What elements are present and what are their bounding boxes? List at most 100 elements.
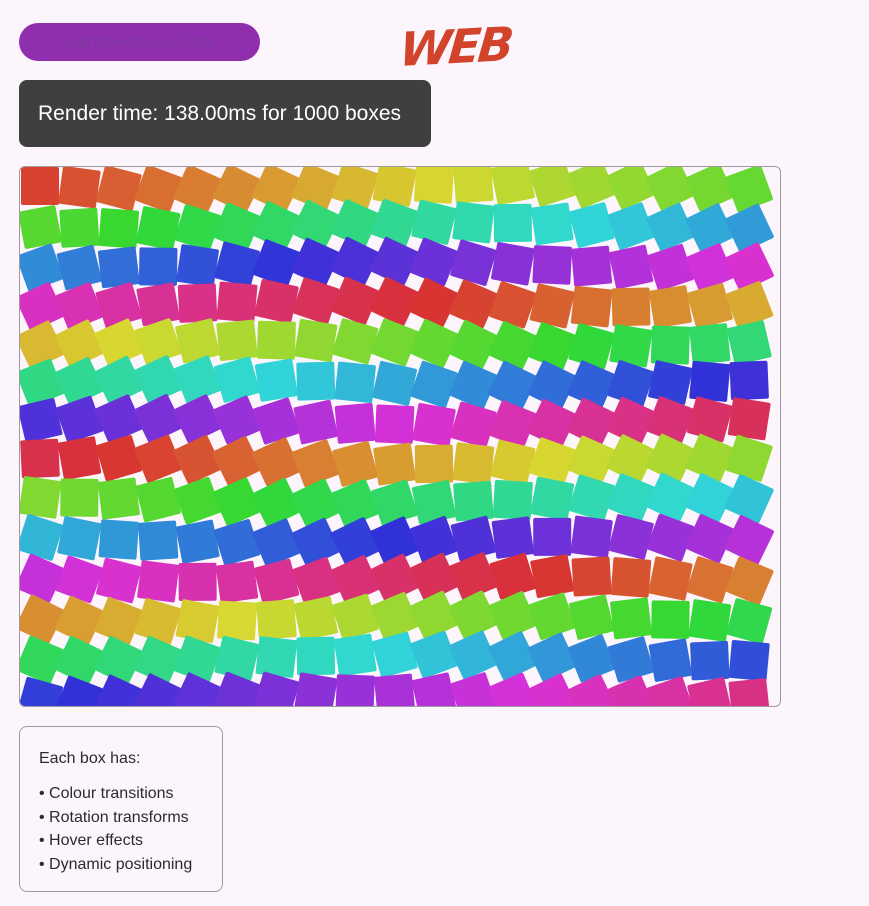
grid-box[interactable]	[55, 555, 104, 604]
grid-box[interactable]	[371, 631, 418, 678]
grid-box[interactable]	[648, 360, 693, 405]
grid-box[interactable]	[293, 596, 338, 641]
grid-box[interactable]	[570, 515, 613, 558]
grid-box[interactable]	[488, 400, 537, 449]
grid-box[interactable]	[448, 319, 499, 370]
grid-box[interactable]	[374, 673, 416, 707]
grid-box[interactable]	[372, 360, 418, 407]
grid-box[interactable]	[646, 513, 695, 562]
grid-box[interactable]	[571, 556, 612, 597]
grid-box[interactable]	[645, 433, 696, 484]
grid-box[interactable]	[606, 434, 657, 485]
grid-box[interactable]	[686, 283, 733, 330]
grid-box[interactable]	[684, 203, 735, 254]
grid-box[interactable]	[488, 590, 538, 640]
grid-box[interactable]	[214, 635, 260, 681]
grid-box[interactable]	[409, 277, 460, 328]
grid-box[interactable]	[728, 678, 770, 707]
grid-box[interactable]	[334, 402, 376, 444]
grid-box[interactable]	[568, 202, 615, 249]
grid-box[interactable]	[335, 674, 375, 707]
grid-box[interactable]	[212, 435, 263, 486]
grid-box[interactable]	[492, 479, 533, 520]
grid-box[interactable]	[58, 167, 101, 209]
grid-box[interactable]	[528, 592, 577, 641]
grid-box[interactable]	[57, 516, 102, 561]
grid-box[interactable]	[651, 600, 690, 639]
grid-box[interactable]	[493, 203, 533, 243]
grid-box[interactable]	[571, 245, 613, 287]
grid-box[interactable]	[333, 633, 377, 677]
grid-box[interactable]	[370, 591, 420, 641]
grid-box[interactable]	[568, 323, 615, 370]
grid-box[interactable]	[489, 552, 537, 600]
grid-box[interactable]	[687, 677, 733, 707]
grid-box[interactable]	[134, 318, 182, 366]
grid-box[interactable]	[609, 324, 653, 368]
grid-box[interactable]	[414, 444, 454, 484]
grid-box[interactable]	[533, 517, 572, 556]
grid-box[interactable]	[138, 247, 178, 286]
grid-box[interactable]	[334, 361, 376, 403]
grid-box[interactable]	[133, 434, 183, 483]
grid-box[interactable]	[59, 207, 100, 248]
grid-box[interactable]	[136, 206, 181, 251]
grid-box[interactable]	[530, 554, 575, 599]
grid-box[interactable]	[293, 399, 339, 445]
grid-box[interactable]	[213, 356, 261, 403]
grid-box[interactable]	[570, 285, 613, 328]
grid-box[interactable]	[489, 281, 537, 329]
grid-box[interactable]	[96, 557, 142, 604]
grid-box[interactable]	[646, 243, 694, 292]
grid-box[interactable]	[729, 360, 769, 401]
grid-box[interactable]	[487, 360, 538, 411]
grid-box[interactable]	[374, 404, 415, 444]
grid-box[interactable]	[412, 402, 456, 447]
grid-box[interactable]	[212, 477, 262, 527]
grid-box[interactable]	[332, 440, 379, 487]
grid-box[interactable]	[530, 476, 575, 522]
grid-box[interactable]	[55, 395, 104, 444]
grid-box[interactable]	[448, 630, 498, 680]
grid-box[interactable]	[452, 442, 495, 485]
grid-box[interactable]	[178, 562, 217, 601]
grid-box[interactable]	[176, 244, 219, 287]
grid-box[interactable]	[411, 672, 457, 707]
grid-box[interactable]	[685, 433, 735, 483]
grid-box[interactable]	[254, 279, 299, 324]
grid-box[interactable]	[369, 236, 420, 287]
grid-box[interactable]	[255, 636, 298, 678]
grid-box[interactable]	[727, 397, 771, 441]
grid-box[interactable]	[490, 167, 535, 206]
grid-box[interactable]	[291, 439, 340, 488]
grid-box[interactable]	[645, 202, 695, 252]
grid-box[interactable]	[490, 439, 536, 485]
grid-box[interactable]	[689, 323, 731, 365]
grid-box[interactable]	[291, 556, 340, 605]
grid-box[interactable]	[413, 167, 455, 204]
grid-box[interactable]	[20, 243, 64, 292]
grid-box[interactable]	[135, 476, 181, 523]
grid-box[interactable]	[409, 318, 459, 369]
grid-box[interactable]	[448, 590, 499, 641]
grid-box[interactable]	[608, 244, 654, 290]
grid-box[interactable]	[137, 560, 180, 603]
grid-box[interactable]	[96, 167, 142, 211]
grid-box[interactable]	[448, 360, 498, 410]
grid-box[interactable]	[20, 438, 60, 479]
grid-box[interactable]	[452, 201, 495, 244]
grid-box[interactable]	[410, 360, 458, 409]
grid-box[interactable]	[450, 401, 497, 448]
grid-box[interactable]	[57, 436, 102, 480]
grid-box[interactable]	[453, 480, 494, 522]
grid-box[interactable]	[20, 358, 65, 407]
grid-box[interactable]	[488, 320, 538, 371]
add-more-boxes-button[interactable]: Add More Boxes (+100)	[19, 23, 260, 61]
grid-box[interactable]	[607, 636, 655, 683]
grid-box[interactable]	[175, 599, 220, 643]
grid-box[interactable]	[252, 518, 302, 568]
grid-box[interactable]	[216, 319, 258, 361]
grid-box[interactable]	[449, 552, 499, 602]
grid-box[interactable]	[21, 167, 59, 205]
grid-box[interactable]	[724, 514, 775, 565]
